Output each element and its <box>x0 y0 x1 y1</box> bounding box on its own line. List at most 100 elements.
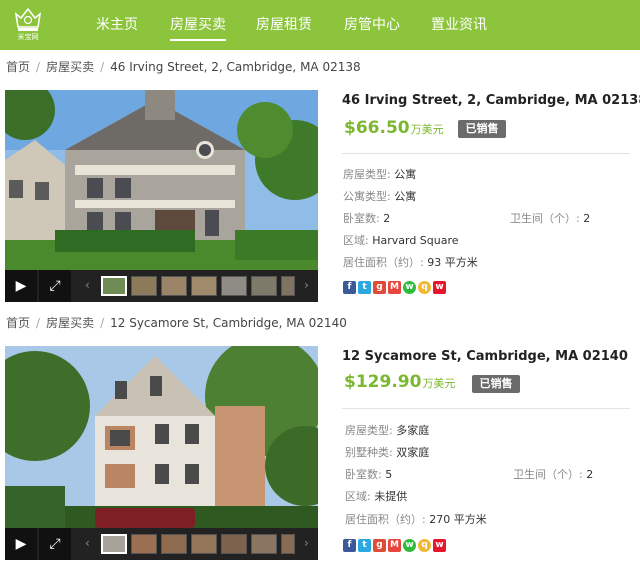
price-value: $129.90 <box>344 372 422 392</box>
thumbnail[interactable] <box>251 534 277 554</box>
attr-value: 93 平方米 <box>427 256 478 269</box>
attr-value: 双家庭 <box>396 446 430 459</box>
attr-value: 2 <box>583 212 591 225</box>
wechat-icon[interactable]: w <box>403 539 416 552</box>
wechat-icon[interactable]: w <box>403 281 416 294</box>
listing-price: $66.50万美元 <box>344 118 444 138</box>
site-logo[interactable]: 米宝网 <box>6 5 50 45</box>
attr-label: 区域: <box>343 234 369 247</box>
thumbnail[interactable] <box>191 276 217 296</box>
thumbnail[interactable] <box>251 276 277 296</box>
photo-thumbnail-bar: ▶ ⤢ ‹ › <box>5 270 318 302</box>
facebook-icon[interactable]: f <box>343 281 356 294</box>
breadcrumb-home[interactable]: 首页 <box>6 60 30 74</box>
thumbnail[interactable] <box>221 534 247 554</box>
sold-badge: 已销售 <box>458 120 506 138</box>
thumbnail[interactable] <box>161 276 187 296</box>
attr-apartment-type: 公寓类型: 公寓 <box>343 188 416 204</box>
top-nav: 米宝网 米主页 房屋买卖 房屋租赁 房管中心 置业资讯 <box>0 0 640 50</box>
listing-title[interactable]: 46 Irving Street, 2, Cambridge, MA 02138 <box>342 93 640 108</box>
facebook-icon[interactable]: f <box>343 539 356 552</box>
divider <box>342 153 630 154</box>
attr-label: 区域: <box>345 490 371 503</box>
attr-label: 房屋类型: <box>345 424 393 437</box>
twitter-icon[interactable]: t <box>358 281 371 294</box>
attr-label: 居住面积（约）: <box>343 256 424 269</box>
attr-value: 多家庭 <box>396 424 430 437</box>
crown-logo-icon <box>14 7 42 31</box>
listing-photo[interactable] <box>5 346 318 528</box>
attr-value: 公寓 <box>394 168 417 181</box>
attr-bathrooms: 卫生间（个）: 2 <box>513 466 593 482</box>
attr-value: 未提供 <box>374 490 408 503</box>
qq-icon[interactable]: q <box>418 539 431 552</box>
attr-value: 5 <box>385 468 393 481</box>
nav-item-rent[interactable]: 房屋租赁 <box>256 14 312 34</box>
attr-value: Harvard Square <box>372 234 459 247</box>
gmail-icon[interactable]: M <box>388 539 401 552</box>
attr-label: 卫生间（个）: <box>510 212 580 225</box>
prev-arrow-icon[interactable]: ‹ <box>85 536 90 550</box>
attr-villa-type: 别墅种类: 双家庭 <box>345 444 429 460</box>
attr-area-region: 区域: Harvard Square <box>343 232 459 248</box>
listing-title[interactable]: 12 Sycamore St, Cambridge, MA 02140 <box>342 349 628 364</box>
divider <box>342 408 630 409</box>
breadcrumb-buy[interactable]: 房屋买卖 <box>46 60 94 74</box>
thumbnail[interactable] <box>221 276 247 296</box>
logo-text: 米宝网 <box>17 33 39 41</box>
twitter-icon[interactable]: t <box>358 539 371 552</box>
google-plus-icon[interactable]: g <box>373 539 386 552</box>
thumbnail[interactable] <box>161 534 187 554</box>
play-icon[interactable]: ▶ <box>5 528 37 560</box>
attr-house-type: 房屋类型: 多家庭 <box>345 422 429 438</box>
breadcrumb-separator: / <box>100 60 105 74</box>
attr-value: 270 平方米 <box>429 513 487 526</box>
thumbnail[interactable] <box>281 276 295 296</box>
play-icon[interactable]: ▶ <box>5 270 37 302</box>
listing-price: $129.90万美元 <box>344 372 455 392</box>
breadcrumb-buy[interactable]: 房屋买卖 <box>46 316 94 330</box>
fullscreen-icon[interactable]: ⤢ <box>39 528 71 560</box>
attr-label: 卫生间（个）: <box>513 468 583 481</box>
nav-item-home[interactable]: 米主页 <box>96 14 138 34</box>
breadcrumb-current: 12 Sycamore St, Cambridge, MA 02140 <box>110 316 347 330</box>
thumbnail[interactable] <box>281 534 295 554</box>
thumbnail[interactable] <box>101 276 127 296</box>
breadcrumb-separator: / <box>36 316 41 330</box>
next-arrow-icon[interactable]: › <box>304 536 309 550</box>
next-arrow-icon[interactable]: › <box>304 278 309 292</box>
thumbnail[interactable] <box>191 534 217 554</box>
price-unit: 万美元 <box>410 123 444 136</box>
nav-item-management[interactable]: 房管中心 <box>344 14 400 34</box>
weibo-icon[interactable]: w <box>433 281 446 294</box>
photo-thumbnail-bar: ▶ ⤢ ‹ › <box>5 528 318 560</box>
thumbnail[interactable] <box>131 534 157 554</box>
attr-value: 公寓 <box>394 190 417 203</box>
google-plus-icon[interactable]: g <box>373 281 386 294</box>
breadcrumb-separator: / <box>100 316 105 330</box>
attr-label: 别墅种类: <box>345 446 393 459</box>
attr-label: 居住面积（约）: <box>345 513 426 526</box>
listing-photo[interactable] <box>5 90 318 270</box>
attr-label: 房屋类型: <box>343 168 391 181</box>
prev-arrow-icon[interactable]: ‹ <box>85 278 90 292</box>
attr-value: 2 <box>383 212 391 225</box>
breadcrumb: 首页 / 房屋买卖 / 46 Irving Street, 2, Cambridge, … <box>6 58 361 76</box>
price-unit: 万美元 <box>422 377 456 390</box>
qq-icon[interactable]: q <box>418 281 431 294</box>
attr-label: 卧室数: <box>343 212 380 225</box>
thumbnail[interactable] <box>131 276 157 296</box>
sold-badge: 已销售 <box>472 375 520 393</box>
breadcrumb-home[interactable]: 首页 <box>6 316 30 330</box>
weibo-icon[interactable]: w <box>433 539 446 552</box>
gmail-icon[interactable]: M <box>388 281 401 294</box>
nav-item-buy[interactable]: 房屋买卖 <box>170 14 226 41</box>
attr-living-area: 居住面积（约）: 270 平方米 <box>345 511 487 527</box>
thumbnail[interactable] <box>101 534 127 554</box>
attr-bedrooms: 卧室数: 2 <box>343 210 390 226</box>
breadcrumb-current: 46 Irving Street, 2, Cambridge, MA 02138 <box>110 60 361 74</box>
attr-living-area: 居住面积（约）: 93 平方米 <box>343 254 478 270</box>
nav-item-news[interactable]: 置业资讯 <box>431 14 487 34</box>
fullscreen-icon[interactable]: ⤢ <box>39 270 71 302</box>
attr-bedrooms: 卧室数: 5 <box>345 466 392 482</box>
